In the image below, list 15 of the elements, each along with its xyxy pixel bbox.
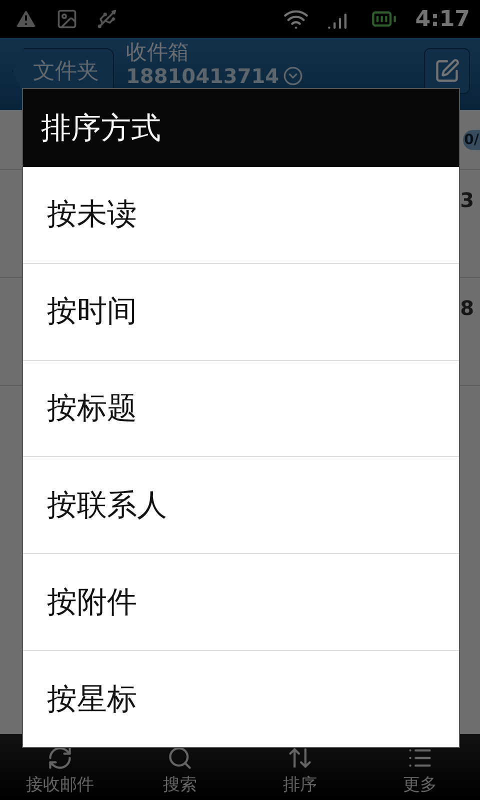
sort-icon [287,745,313,771]
compose-button[interactable] [424,48,470,94]
pen-icon [434,58,460,84]
mail-time: 3 [460,188,474,214]
dropdown-icon[interactable] [283,66,304,86]
folder-title: 收件箱 [126,40,190,64]
image-icon [56,8,78,30]
account-name: 18810413714 [126,64,280,88]
refresh-icon [47,745,73,771]
unread-count: 0/ [463,130,480,150]
mail-time: 8 [460,296,474,322]
dialog-title: 排序方式 [41,110,161,148]
clock-time: 4:17 [415,6,470,32]
search-icon [167,745,193,771]
usb-icon [96,8,118,30]
